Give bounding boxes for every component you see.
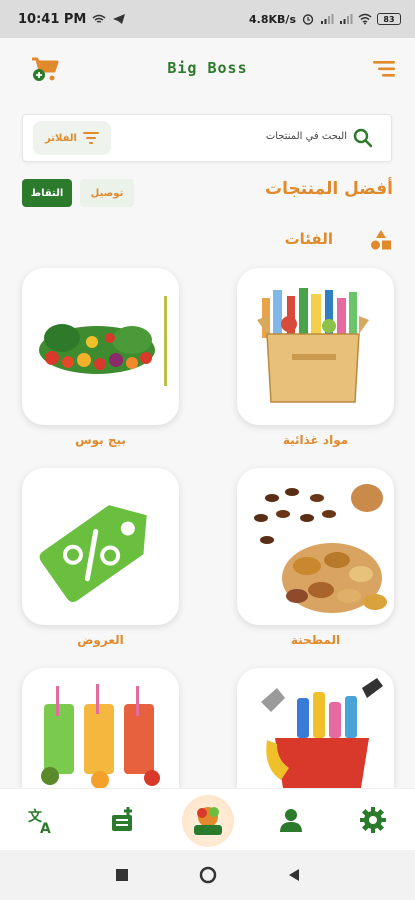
filter-button[interactable]: الفلاتر bbox=[33, 121, 111, 155]
category-card-juices[interactable] bbox=[22, 668, 179, 788]
category-card-offers[interactable] bbox=[22, 468, 179, 625]
battery-indicator: 83 bbox=[377, 13, 401, 25]
status-bar: 10:41 PM 4.8KB/s 83 bbox=[0, 0, 415, 38]
best-products-title: أفضل المنتجات bbox=[264, 179, 393, 199]
orders-icon[interactable] bbox=[108, 805, 138, 835]
search-input[interactable]: البحث في المنتجات bbox=[266, 131, 347, 142]
pickup-toggle[interactable]: التقاط bbox=[22, 179, 72, 207]
app-screen: Big Boss الفلاتر البحث في المنتجات التقا… bbox=[0, 38, 415, 850]
telegram-icon bbox=[113, 14, 126, 24]
menu-icon[interactable] bbox=[373, 60, 395, 78]
category-label-offers: العروض bbox=[77, 633, 124, 647]
juices-image bbox=[41, 684, 160, 788]
translate-icon[interactable]: 文 A bbox=[26, 805, 56, 835]
discount-tag-image bbox=[39, 505, 147, 602]
home-logo[interactable] bbox=[182, 795, 234, 847]
svg-text:A: A bbox=[40, 821, 51, 835]
clock: 10:41 PM bbox=[18, 11, 87, 27]
category-card-grocery[interactable] bbox=[237, 268, 394, 425]
home-button-icon[interactable] bbox=[199, 866, 217, 884]
filter-icon bbox=[82, 132, 99, 144]
alarm-icon bbox=[302, 14, 314, 25]
shapes-icon bbox=[371, 230, 391, 250]
filter-label: الفلاتر bbox=[45, 132, 77, 144]
signal-icon-2 bbox=[340, 14, 353, 24]
category-label-nuts: المطحنة bbox=[290, 633, 341, 647]
grocery-box-image bbox=[257, 288, 369, 403]
profile-icon[interactable] bbox=[276, 805, 306, 835]
category-card-vegetables[interactable] bbox=[22, 268, 179, 425]
signal-icon bbox=[321, 14, 334, 24]
categories-title: الفئات bbox=[284, 230, 333, 248]
category-card-cleaning[interactable] bbox=[237, 668, 394, 788]
category-label-grocery: مواد غذائية bbox=[282, 433, 349, 447]
cart-icon[interactable] bbox=[30, 56, 60, 82]
system-navigation-bar bbox=[0, 850, 415, 900]
search-bar[interactable]: الفلاتر البحث في المنتجات bbox=[22, 114, 392, 162]
settings-icon[interactable] bbox=[358, 805, 388, 835]
vegetables-image bbox=[39, 296, 167, 386]
network-speed: 4.8KB/s bbox=[249, 12, 296, 26]
bottom-navigation: 文 A bbox=[0, 788, 415, 850]
app-brand-title: Big Boss bbox=[167, 59, 248, 77]
category-card-nuts[interactable] bbox=[237, 468, 394, 625]
category-label-vegetables: بيج بوس bbox=[75, 433, 126, 447]
search-icon bbox=[353, 128, 373, 148]
app-header: Big Boss bbox=[0, 38, 415, 98]
back-button-icon[interactable] bbox=[287, 868, 301, 882]
hotspot-icon bbox=[92, 14, 106, 23]
wifi-icon bbox=[358, 13, 372, 25]
delivery-toggle[interactable]: توصيل bbox=[80, 179, 134, 207]
recents-button-icon[interactable] bbox=[115, 868, 129, 882]
home-logo-icon bbox=[194, 807, 222, 835]
cleaning-supplies-image bbox=[261, 678, 383, 788]
nuts-image bbox=[254, 484, 387, 613]
